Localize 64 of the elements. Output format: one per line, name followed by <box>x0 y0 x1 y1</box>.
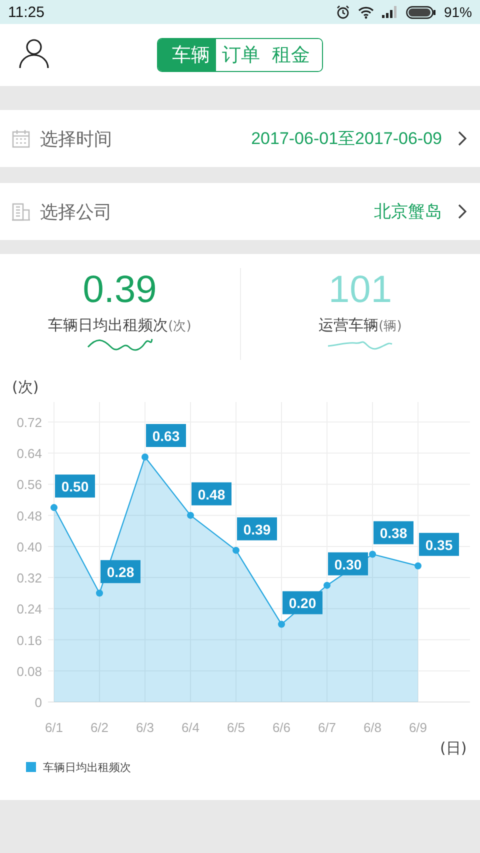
y-axis-label: 0.72 <box>16 415 42 430</box>
y-axis-label: 0.24 <box>16 602 42 617</box>
data-point <box>232 546 240 554</box>
filter-row[interactable]: 选择时间 2017-06-01至2017-06-09 <box>0 110 480 167</box>
y-axis-label: 0.40 <box>16 539 42 554</box>
stat-label: 车辆日均出租频次(次) <box>48 316 192 335</box>
x-axis-label: 6/8 <box>363 720 382 735</box>
chevron-right-icon <box>458 204 467 219</box>
x-axis-label: 6/2 <box>90 720 109 735</box>
data-point <box>324 582 330 589</box>
wave-icon <box>86 337 153 351</box>
y-axis-label: 0.08 <box>16 664 42 679</box>
data-label: 0.20 <box>282 591 322 614</box>
signal-icon <box>382 6 398 18</box>
data-point <box>50 504 58 512</box>
data-label: 0.50 <box>55 474 95 498</box>
data-point <box>414 562 422 570</box>
wifi-icon <box>358 6 374 18</box>
alarm-icon <box>336 5 350 19</box>
x-axis-label: 6/6 <box>272 720 291 735</box>
data-label: 0.48 <box>192 482 232 506</box>
x-axis-label: 6/7 <box>318 720 336 735</box>
data-label: 0.28 <box>100 560 140 584</box>
battery-level: 91% <box>444 4 472 20</box>
data-label: 0.63 <box>146 424 186 447</box>
y-axis-label: 0.16 <box>16 632 42 648</box>
data-point <box>142 454 148 460</box>
chevron-right-icon <box>458 131 467 146</box>
data-label: 0.35 <box>419 532 459 556</box>
data-point <box>278 620 285 628</box>
data-label: 0.38 <box>374 521 414 544</box>
data-point <box>187 512 194 519</box>
x-axis-label: 6/1 <box>44 720 64 735</box>
legend-label: 车辆日均出租频次 <box>43 761 131 774</box>
filter-row[interactable]: 选择公司 北京蟹岛 <box>0 183 480 240</box>
x-axis-label: 6/4 <box>181 720 200 735</box>
filter-value: 2017-06-01至2017-06-09 <box>251 128 442 150</box>
filter-label: 选择时间 <box>40 128 113 150</box>
x-axis-label: 6/9 <box>408 720 428 735</box>
battery-icon <box>406 6 436 18</box>
tab[interactable]: 车辆 <box>158 39 216 71</box>
building-icon <box>12 202 30 220</box>
y-axis-label: 0 <box>34 695 42 710</box>
x-axis-title: (日) <box>440 739 467 757</box>
y-axis-label: 0.48 <box>16 508 42 524</box>
y-axis-title: (次) <box>12 378 39 396</box>
filter-value: 北京蟹岛 <box>374 201 442 223</box>
data-point <box>369 550 376 558</box>
x-axis-label: 6/5 <box>226 720 246 735</box>
legend-swatch <box>26 762 36 772</box>
data-label: 0.39 <box>237 517 277 540</box>
stat-value: 101 <box>328 268 392 312</box>
data-point <box>96 590 103 597</box>
y-axis-label: 0.64 <box>16 446 42 462</box>
stat-label: 运营车辆(辆) <box>318 316 402 335</box>
filter-label: 选择公司 <box>40 200 113 224</box>
y-axis-label: 0.56 <box>16 477 42 492</box>
y-axis-label: 0.32 <box>16 570 42 586</box>
stat-value: 0.39 <box>82 268 157 312</box>
calendar-icon <box>12 130 30 148</box>
clock: 11:25 <box>8 4 44 20</box>
x-axis-label: 6/3 <box>136 720 154 735</box>
data-label: 0.30 <box>328 552 368 576</box>
user-icon[interactable] <box>19 38 49 68</box>
